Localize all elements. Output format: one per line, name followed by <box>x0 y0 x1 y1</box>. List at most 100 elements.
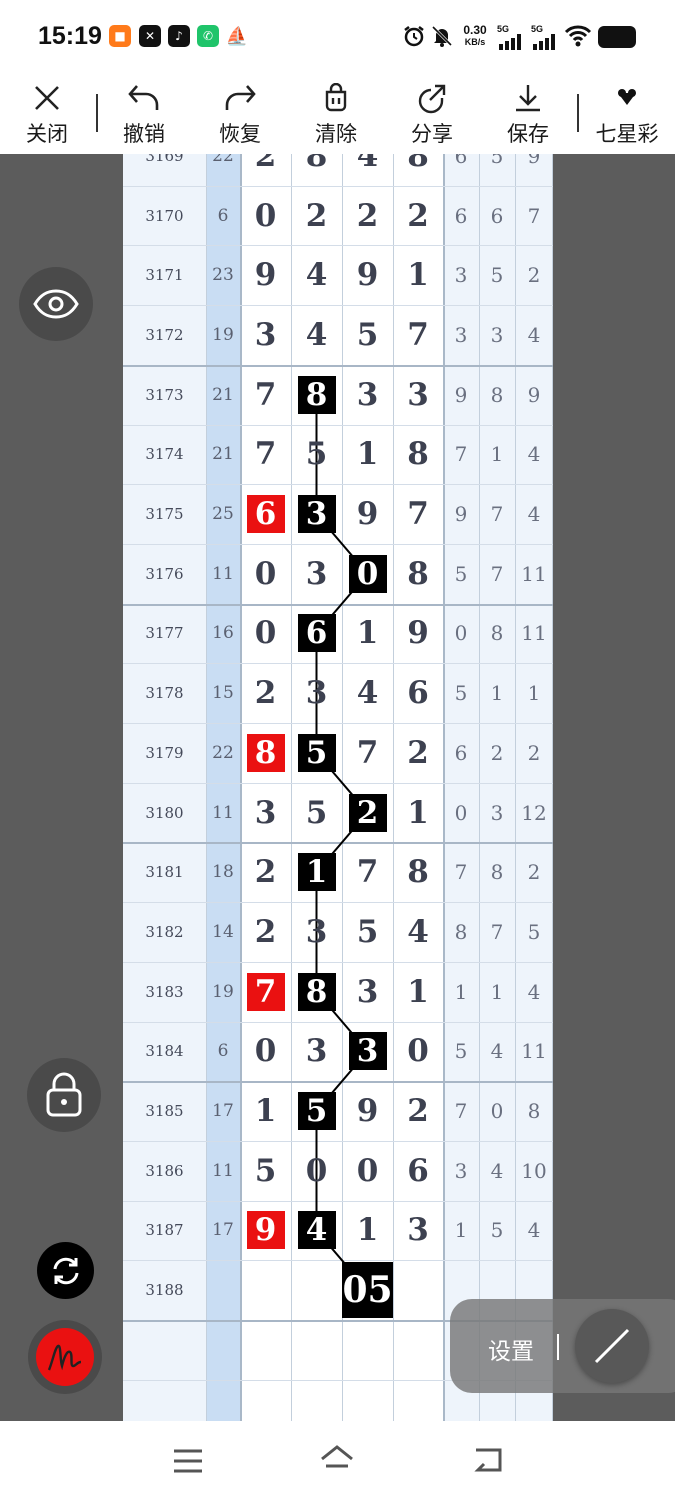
span-cell-text: 6 <box>454 203 468 228</box>
span-cell-text: 0 <box>454 800 468 825</box>
sum-cell-text: 18 <box>212 862 234 883</box>
span-cell: 2 <box>479 723 515 783</box>
issue-number-cell-text: 3180 <box>145 803 184 822</box>
digit-cell: 2 <box>393 186 443 246</box>
digit-cell: 5 <box>240 1141 291 1201</box>
span-cell: 6 <box>443 154 479 186</box>
issue-number-cell-text: 3169 <box>145 154 184 165</box>
span-cell-text: 4 <box>490 1158 504 1183</box>
span-cell: 8 <box>479 365 515 425</box>
digit-cell <box>240 1320 291 1380</box>
digit-cell-text: 3 <box>254 316 277 353</box>
digit-cell-text: 8 <box>305 154 328 174</box>
span-cell: 3 <box>443 305 479 365</box>
sum-cell-text: 11 <box>212 802 234 823</box>
issue-number-cell: 3181 <box>123 842 206 902</box>
close-button[interactable]: 关闭 <box>7 80 87 148</box>
save-button[interactable]: 保存 <box>488 80 568 148</box>
sum-cell: 11 <box>206 1141 240 1201</box>
back-icon[interactable] <box>472 1446 504 1474</box>
digit-cell: 0 <box>240 1022 291 1082</box>
digit-cell: 3 <box>240 305 291 365</box>
black-marked-digit: 1 <box>297 853 336 892</box>
sum-cell: 21 <box>206 425 240 485</box>
undo-icon <box>104 80 184 116</box>
sum-cell: 6 <box>206 186 240 246</box>
span-cell: 5 <box>443 663 479 723</box>
settings-divider <box>557 1334 559 1360</box>
download-icon <box>488 80 568 116</box>
sim1-label: 5G <box>497 24 510 34</box>
sum-cell-text: 16 <box>212 623 234 644</box>
digit-cell-text: 3 <box>356 973 379 1010</box>
line-tool-icon <box>594 1328 630 1364</box>
span-cell-text: 7 <box>490 561 504 586</box>
issue-number-cell: 3171 <box>123 245 206 305</box>
mute-bell-icon <box>431 25 453 47</box>
digit-cell: 3 <box>291 544 342 604</box>
lock-button[interactable] <box>27 1058 101 1132</box>
span-cell: 2 <box>515 245 553 305</box>
span-cell: 5 <box>443 1022 479 1082</box>
clear-button[interactable]: 清除 <box>296 80 376 148</box>
share-button[interactable]: 分享 <box>392 80 472 148</box>
digit-cell: 2 <box>240 842 291 902</box>
black-marked-digit: 8 <box>297 375 336 414</box>
share-icon <box>392 80 472 116</box>
alarm-icon <box>404 26 424 47</box>
digit-cell: 2 <box>342 186 393 246</box>
issue-number-cell: 3169 <box>123 154 206 186</box>
span-cell: 5 <box>479 154 515 186</box>
span-cell-text: 5 <box>454 681 468 706</box>
digit-cell: 5 <box>342 305 393 365</box>
digit-cell-text: 3 <box>305 1033 328 1070</box>
sum-cell: 21 <box>206 365 240 425</box>
issue-number-cell: 3172 <box>123 305 206 365</box>
digit-cell: 8 <box>393 544 443 604</box>
chart-viewport[interactable]: 3169 22 2 8 4 8 6 5 9 3170 6 0 2 2 2 6 6 7 3171 23 9 4 9 1 3 5 2 31… <box>0 154 675 1421</box>
span-cell: 11 <box>515 604 553 664</box>
digit-cell-text: 4 <box>305 257 328 294</box>
digit-cell-text: 3 <box>305 675 328 712</box>
visibility-toggle-button[interactable] <box>19 267 93 341</box>
digit-cell: 8 <box>393 842 443 902</box>
span-cell-text: 12 <box>521 800 547 825</box>
digit-cell-text: 0 <box>356 1152 379 1189</box>
span-cell-text: 3 <box>454 322 468 347</box>
digit-cell: 5 <box>342 902 393 962</box>
span-cell: 6 <box>443 186 479 246</box>
line-tool-button[interactable] <box>575 1309 649 1383</box>
menu-icon[interactable] <box>172 1448 204 1474</box>
digit-cell: 0 <box>342 1141 393 1201</box>
span-cell-text: 7 <box>454 442 468 467</box>
settings-button[interactable]: 设置 <box>488 1332 534 1366</box>
digit-cell-text: 7 <box>254 376 277 413</box>
digit-cell-text: 4 <box>305 316 328 353</box>
span-cell: 1 <box>443 1201 479 1261</box>
black-marked-digit: 5 <box>297 1092 336 1131</box>
lottery-type-dropdown[interactable]: 七星彩 <box>587 80 667 148</box>
digit-cell-text: 9 <box>356 1093 379 1130</box>
pen-mode-button[interactable] <box>28 1320 102 1394</box>
span-cell-text: 11 <box>521 561 547 586</box>
trend-table[interactable]: 3169 22 2 8 4 8 6 5 9 3170 6 0 2 2 2 6 6 7 3171 23 9 4 9 1 3 5 2 31… <box>123 154 553 1421</box>
digit-cell: 9 <box>342 245 393 305</box>
issue-number-cell-text: 3187 <box>145 1221 184 1240</box>
digit-cell: 7 <box>342 842 393 902</box>
digit-cell: 1 <box>342 425 393 485</box>
issue-number-cell: 3183 <box>123 962 206 1022</box>
redo-button[interactable]: 恢复 <box>200 80 280 148</box>
digit-cell <box>393 1320 443 1380</box>
undo-button[interactable]: 撤销 <box>104 80 184 148</box>
digit-cell-text: 7 <box>407 316 429 353</box>
wifi-icon <box>564 25 592 47</box>
sum-cell-text: 19 <box>212 324 234 345</box>
sync-button[interactable] <box>37 1242 94 1299</box>
home-icon[interactable] <box>319 1444 355 1474</box>
sum-cell: 23 <box>206 245 240 305</box>
digit-cell-text: 6 <box>407 675 429 712</box>
span-cell: 4 <box>479 1141 515 1201</box>
issue-number-cell: 3188 <box>123 1260 206 1320</box>
sum-cell-text: 21 <box>212 444 234 465</box>
span-cell: 7 <box>443 425 479 485</box>
